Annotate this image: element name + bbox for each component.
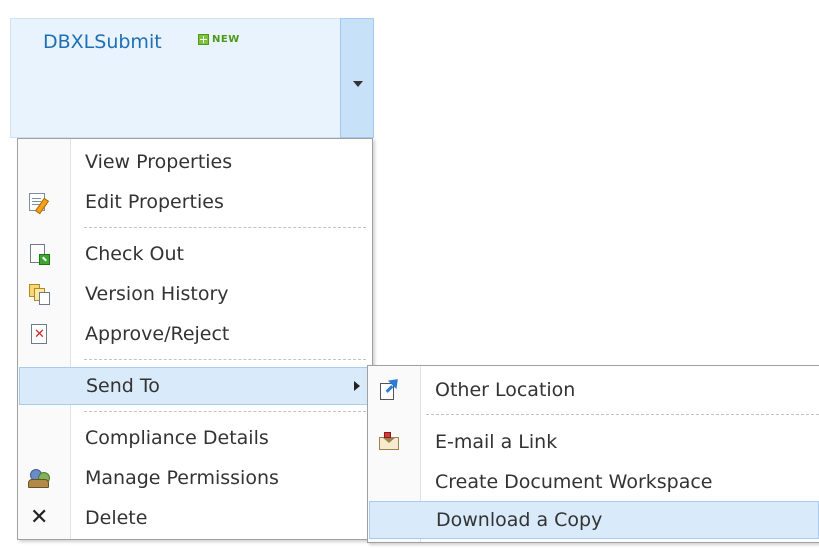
menu-separator [84,359,366,360]
delete-icon: ✕ [30,505,49,530]
menu-item-edit-properties[interactable]: Edit Properties [19,183,371,221]
menu-item-version-history[interactable]: Version History [19,275,371,313]
menu-item-check-out[interactable]: Check Out [19,235,371,273]
chevron-down-icon [353,81,363,87]
menu-item-label: E-mail a Link [435,431,558,453]
new-badge: NEW [198,34,240,45]
submenu-item-email-link[interactable]: E-mail a Link [369,423,818,461]
menu-item-label: Edit Properties [85,191,224,213]
menu-item-label: Approve/Reject [85,323,230,345]
send-to-other-location-icon [377,374,403,402]
list-item-header[interactable]: DBXLSubmit NEW [10,18,372,138]
send-to-submenu: Other Location E-mail a Link Create Docu… [367,365,819,543]
menu-item-label: View Properties [85,151,233,173]
edit-properties-icon [27,190,51,215]
new-sparkle-icon [198,34,209,45]
menu-item-label: Download a Copy [436,509,603,531]
approve-reject-icon: ✕ [27,322,51,346]
new-badge-label: NEW [212,34,240,45]
menu-item-label: Version History [85,283,229,305]
menu-item-label: Create Document Workspace [435,471,713,493]
menu-item-label: Send To [86,375,160,397]
menu-item-delete[interactable]: ✕ Delete [19,499,371,537]
menu-item-label: Check Out [85,243,184,265]
menu-separator [84,411,366,412]
email-link-icon [377,430,401,454]
submenu-item-create-document-workspace[interactable]: Create Document Workspace [369,463,818,501]
menu-item-approve-reject[interactable]: ✕ Approve/Reject [19,315,371,353]
chevron-right-icon [354,381,360,391]
item-title-link[interactable]: DBXLSubmit [43,31,162,53]
manage-permissions-icon [27,466,51,490]
menu-item-label: Other Location [435,379,576,401]
menu-item-send-to[interactable]: Send To [19,367,371,405]
submenu-item-download-a-copy[interactable]: Download a Copy [369,501,819,539]
menu-item-view-properties[interactable]: View Properties [19,143,371,181]
menu-item-label: Delete [85,507,148,529]
menu-separator [84,227,366,228]
menu-item-label: Manage Permissions [85,467,279,489]
check-out-icon [27,242,51,266]
submenu-item-other-location[interactable]: Other Location [369,371,818,409]
menu-item-compliance-details[interactable]: Compliance Details [19,419,371,457]
item-dropdown-button[interactable] [340,18,374,138]
menu-item-manage-permissions[interactable]: Manage Permissions [19,459,371,497]
version-history-icon [27,282,51,306]
item-context-menu: View Properties Edit Properties Check Ou… [17,138,373,540]
menu-separator [426,414,819,415]
menu-item-label: Compliance Details [85,427,269,449]
